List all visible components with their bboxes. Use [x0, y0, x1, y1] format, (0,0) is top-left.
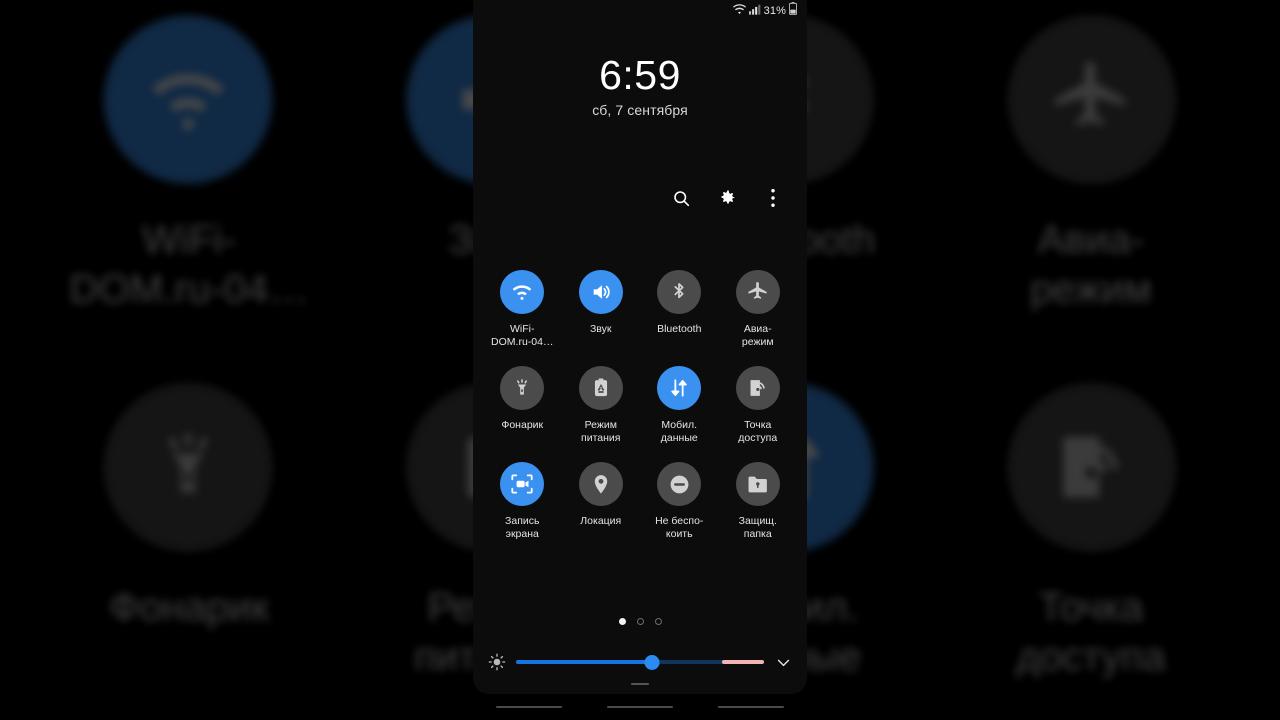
do-not-disturb-icon: [657, 462, 702, 506]
panel-drag-handle[interactable]: [631, 683, 649, 685]
nav-back-button[interactable]: [718, 705, 785, 709]
quick-tile-label: Авиа-режим: [741, 323, 774, 348]
volume-icon: [578, 270, 623, 314]
bluetooth-icon: [657, 270, 702, 314]
flashlight-icon: [500, 366, 545, 410]
quick-tile-label: Точка доступа: [738, 419, 778, 444]
battery-percent-label: 31%: [763, 5, 786, 17]
airplane-icon: [735, 270, 780, 314]
quick-tile-label: Авиа-режим: [1030, 218, 1152, 313]
quick-tile-label: Не беспо-коить: [655, 515, 704, 540]
brightness-row: [473, 648, 807, 676]
quick-tile-label: Фонарик: [501, 419, 544, 431]
quick-tile-secure-folder[interactable]: Защищ. папка: [719, 462, 798, 540]
quick-tile-volume[interactable]: Звук: [562, 270, 641, 348]
quick-tile-label: WiFi- DOM.ru-04…: [69, 218, 309, 313]
quick-tile-label: Звук: [589, 323, 612, 335]
quick-settings-panel: 31% 6:59 сб, 7 сентября WiFi- DOM.ru-04……: [473, 0, 807, 694]
quick-tile-label: Точка доступа: [1016, 585, 1166, 680]
quick-tile-power-mode[interactable]: Режим питания: [562, 366, 641, 444]
clock-time: 6:59: [599, 52, 681, 98]
quick-tile-flashlight: Фонарик: [39, 382, 340, 682]
flashlight-icon: [104, 382, 274, 552]
clock-block: 6:59 сб, 7 сентября: [473, 52, 807, 118]
wifi-icon: [104, 15, 274, 184]
panel-actions: [473, 186, 807, 210]
pager-dot-1[interactable]: [618, 618, 626, 625]
gear-icon[interactable]: [715, 186, 739, 210]
quick-tile-airplane[interactable]: Авиа-режим: [719, 270, 798, 348]
quick-tile-location-pin[interactable]: Локация: [562, 462, 641, 540]
quick-tile-label: Локация: [580, 515, 622, 527]
wifi-icon: [732, 2, 746, 20]
mobile-data-icon: [657, 366, 702, 410]
pager-dot-3[interactable]: [654, 618, 662, 625]
search-icon[interactable]: [669, 186, 693, 210]
quick-tile-label: Защищ. папка: [738, 515, 777, 540]
quick-tile-mobile-data[interactable]: Мобил. данные: [640, 366, 719, 444]
quick-settings-tile-grid: WiFi- DOM.ru-04… Звук Bluetooth Авиа-режим Фо…: [473, 270, 807, 540]
cellular-signal-icon: [748, 2, 761, 20]
quick-tile-hotspot[interactable]: Точка доступа: [719, 366, 798, 444]
clock-date: сб, 7 сентября: [592, 102, 688, 118]
wifi-icon: [500, 270, 545, 314]
slider-fill: [516, 660, 653, 664]
screenshot-root: WiFi-DOM.ru-04… Звук Bluetooth Авиа-режим Фо…: [0, 0, 1280, 720]
airplane-icon: [1006, 15, 1176, 184]
nav-home-button[interactable]: [606, 705, 673, 709]
pager-dot-2[interactable]: [636, 618, 644, 625]
hotspot-icon: [735, 366, 780, 410]
quick-tile-wifi[interactable]: WiFi- DOM.ru-04…: [483, 270, 562, 348]
quick-tile-label: Запись экрана: [505, 515, 540, 540]
quick-tile-label: Bluetooth: [657, 323, 702, 335]
quick-tile-bluetooth[interactable]: Bluetooth: [640, 270, 719, 348]
quick-tile-airplane: Авиа-режим: [941, 15, 1242, 314]
hotspot-icon: [1006, 382, 1176, 552]
system-navigation-bar: [473, 700, 807, 714]
quick-tile-hotspot: Точка доступа: [941, 382, 1242, 682]
slider-track-warm-segment: [721, 660, 764, 664]
brightness-slider[interactable]: [516, 653, 764, 671]
quick-tile-screen-record[interactable]: Запись экрана: [483, 462, 562, 540]
secure-folder-icon: [735, 462, 780, 506]
pager-dots[interactable]: [473, 618, 807, 625]
chevron-down-icon[interactable]: [773, 652, 793, 672]
quick-tile-flashlight[interactable]: Фонарик: [483, 366, 562, 444]
overflow-menu-icon[interactable]: [761, 186, 785, 210]
quick-tile-label: WiFi- DOM.ru-04…: [491, 323, 554, 348]
battery-icon: [789, 2, 797, 20]
nav-recents-button[interactable]: [495, 705, 562, 709]
power-mode-icon: [578, 366, 623, 410]
brightness-sun-icon: [487, 652, 507, 672]
quick-tile-label: Фонарик: [109, 585, 269, 632]
location-pin-icon: [578, 462, 623, 506]
quick-tile-label: Режимпитания: [581, 419, 621, 444]
screen-record-icon: [500, 462, 545, 506]
status-bar: 31%: [473, 0, 807, 22]
quick-tile-do-not-disturb[interactable]: Не беспо-коить: [640, 462, 719, 540]
quick-tile-wifi: WiFi- DOM.ru-04…: [39, 15, 340, 314]
slider-thumb[interactable]: [644, 654, 660, 670]
quick-tile-label: Мобил.данные: [660, 419, 698, 444]
